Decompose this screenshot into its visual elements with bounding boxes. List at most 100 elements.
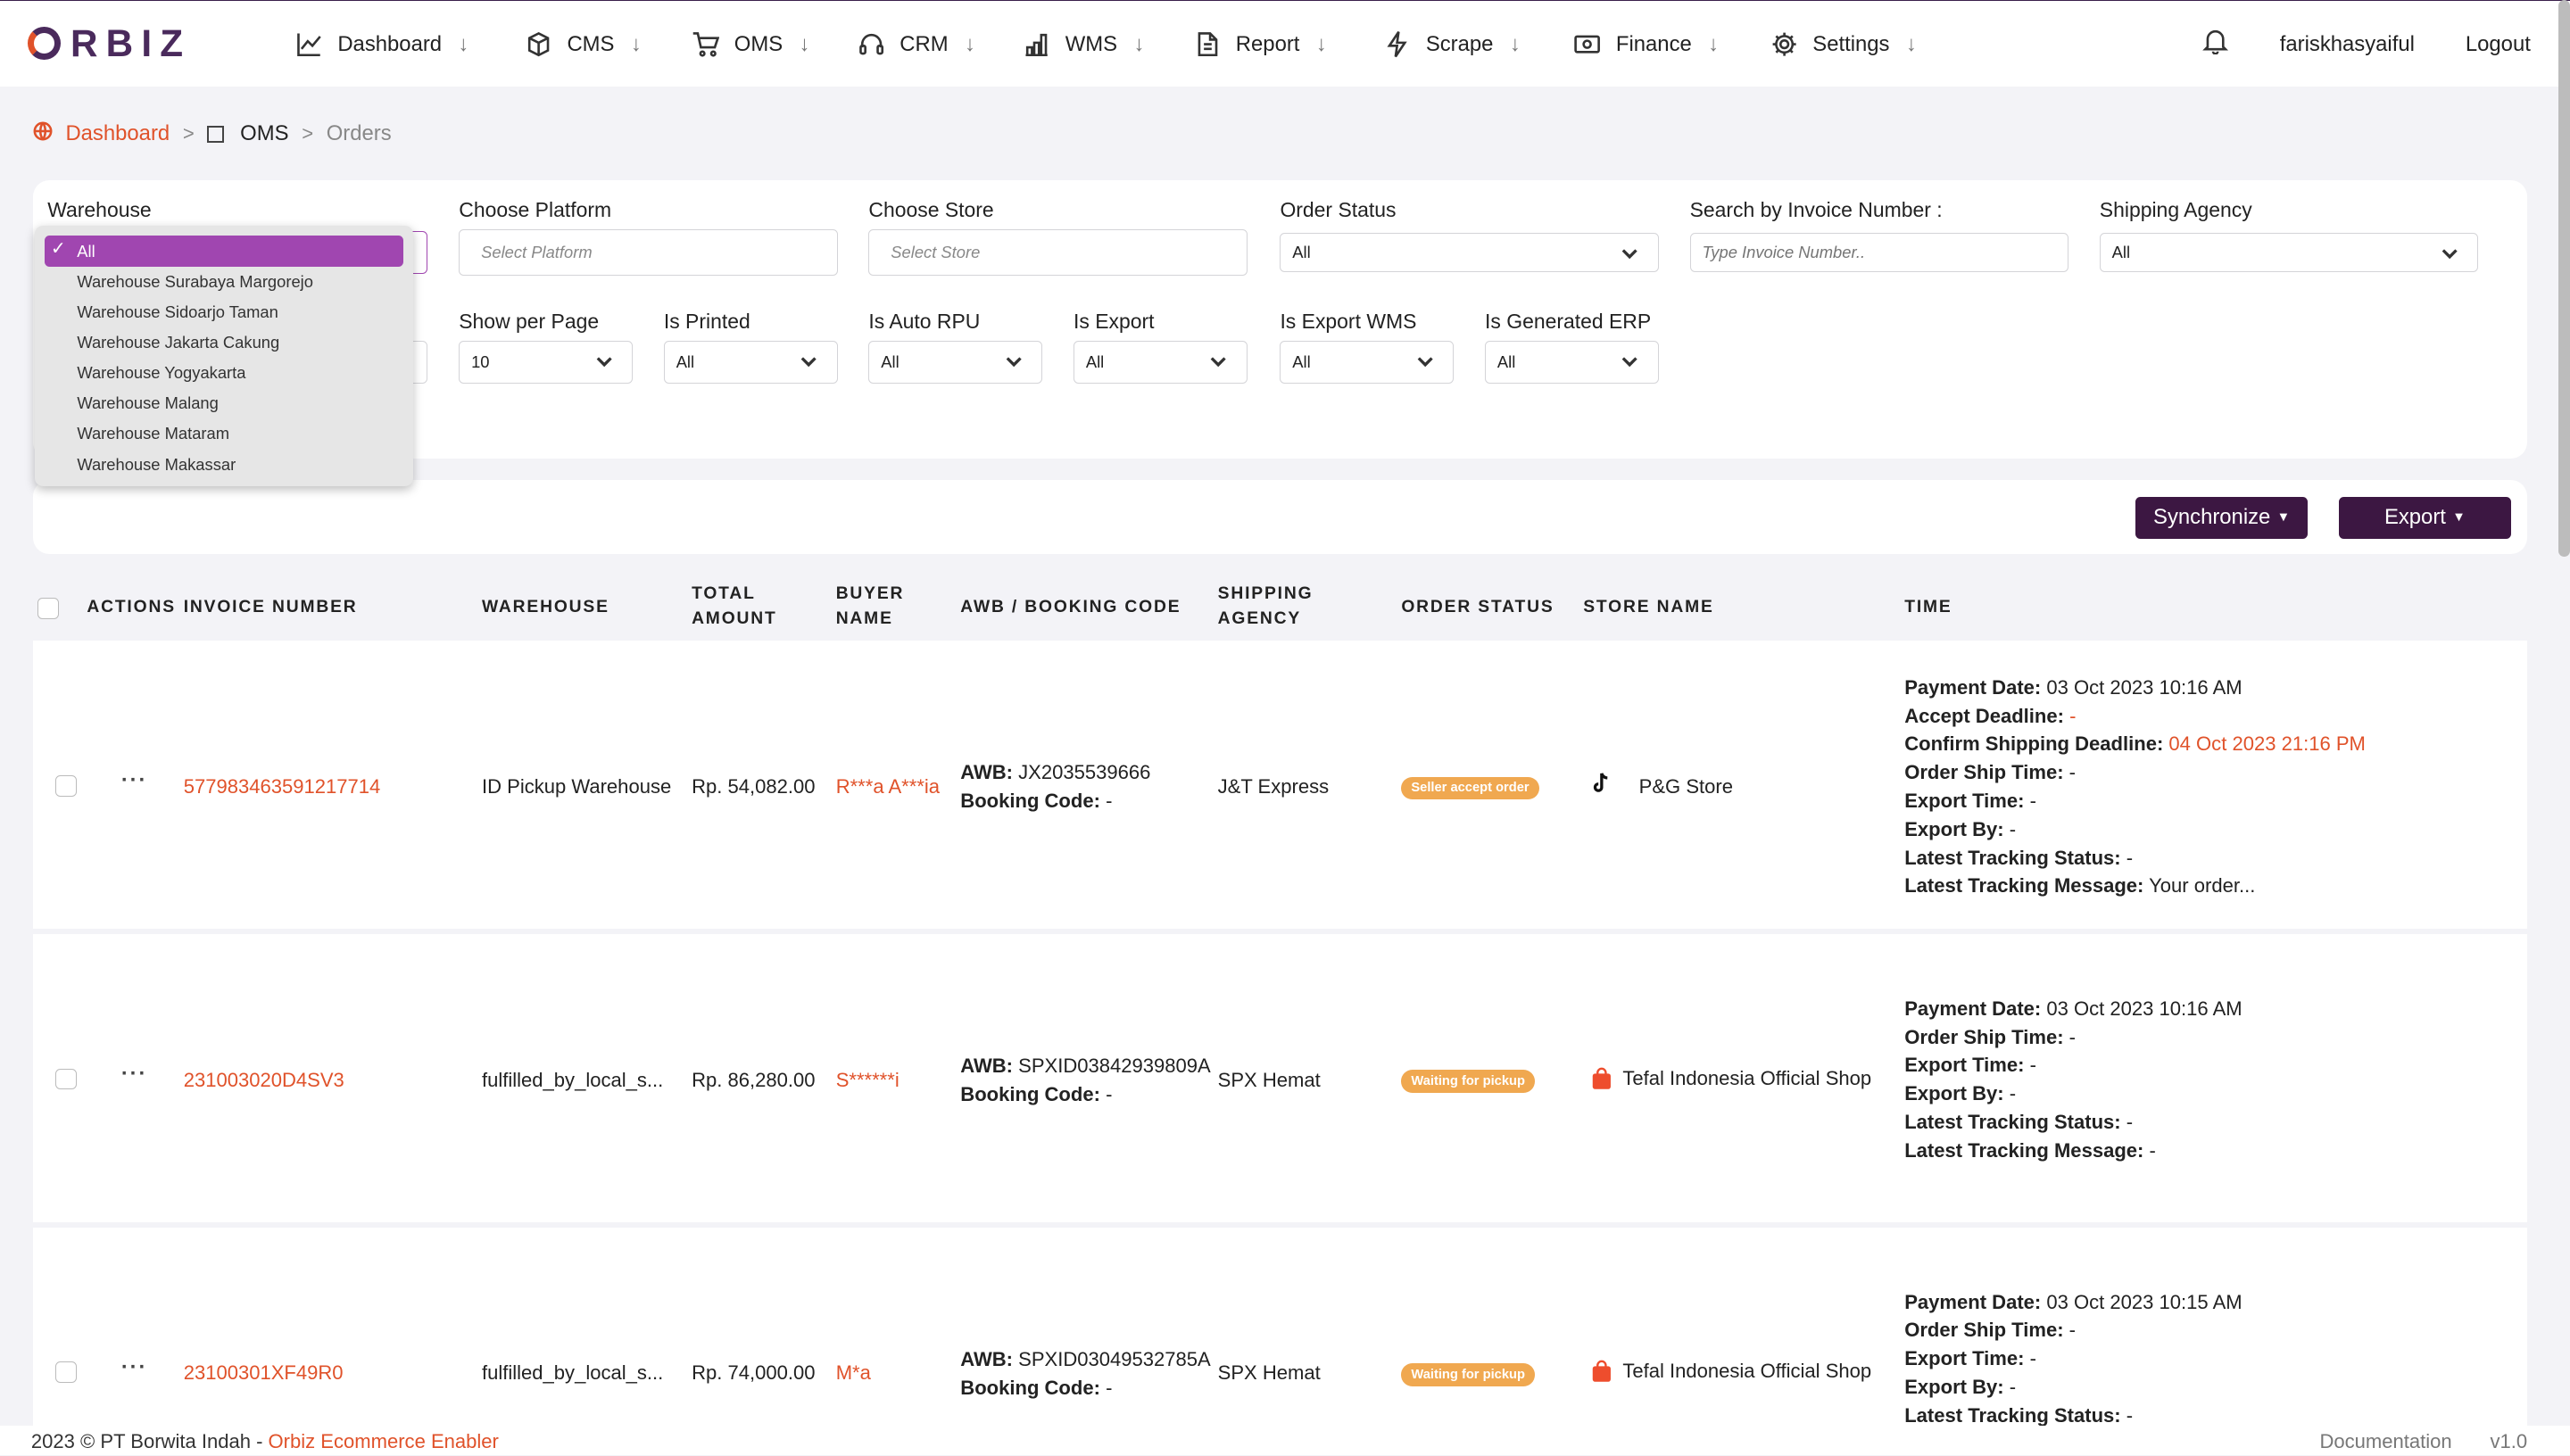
breadcrumb-separator: > (302, 122, 314, 145)
synchronize-button[interactable]: Synchronize ▼ (2135, 496, 2309, 540)
breadcrumb: Dashboard > OMS > Orders (33, 121, 392, 147)
row-actions-menu-icon[interactable]: ··· (121, 1355, 147, 1380)
logo-ring-icon (28, 27, 61, 61)
invoice-link[interactable]: 577983463591217714 (184, 775, 381, 798)
is-printed-label: Is Printed (663, 310, 750, 334)
nav-settings[interactable]: Settings ↓ (1770, 1, 1951, 87)
row-checkbox[interactable] (55, 774, 78, 797)
is-export-select[interactable]: All (1074, 341, 1248, 384)
headset-icon (858, 34, 883, 55)
nav-cms[interactable]: CMS ↓ (525, 1, 692, 87)
warehouse-option[interactable]: Warehouse Malang (35, 388, 413, 418)
page-scrollbar[interactable] (2558, 0, 2570, 558)
order-status-select[interactable]: All (1280, 232, 1659, 272)
row-checkbox[interactable] (55, 1361, 78, 1384)
top-navbar: RBIZ Dashboard↓ CMS↓ OMS↓ CRM↓ WMS↓ (0, 0, 2570, 87)
warehouse-option[interactable]: Warehouse Makassar (35, 450, 413, 480)
is-export-wms-label: Is Export WMS (1280, 310, 1417, 334)
nav-crm[interactable]: CRM ↓ (858, 1, 1024, 87)
breadcrumb-separator: > (182, 122, 195, 145)
header-invoice-number[interactable]: INVOICE NUMBER (184, 595, 358, 620)
is-export-wms-select[interactable]: All (1280, 341, 1455, 384)
header-total-amount[interactable]: TOTAL AMOUNT (692, 582, 777, 631)
is-auto-rpu-select[interactable]: All (868, 341, 1043, 384)
invoice-search-input[interactable] (1702, 242, 2068, 262)
header-warehouse[interactable]: WAREHOUSE (482, 595, 609, 620)
invoice-link[interactable]: 23100301XF49R0 (184, 1361, 344, 1385)
status-badge: Waiting for pickup (1401, 1070, 1535, 1094)
header-awb[interactable]: AWB / BOOKING CODE (960, 595, 1181, 620)
footer-right: Documentation v1.0 (2320, 1430, 2528, 1453)
nav-wms[interactable]: WMS ↓ (1023, 1, 1193, 87)
chevron-down-icon (2442, 245, 2458, 261)
shipping-agency-cell: J&T Express (1217, 774, 1330, 798)
warehouse-label: Warehouse (47, 198, 152, 222)
is-printed-select[interactable]: All (663, 341, 838, 384)
warehouse-cell: fulfilled_by_local_s... (481, 1361, 664, 1385)
breadcrumb-oms[interactable]: OMS (240, 121, 288, 146)
header-order-status[interactable]: ORDER STATUS (1401, 595, 1554, 620)
store-name-cell: Tefal Indonesia Official Shop (1622, 1066, 1872, 1089)
warehouse-option[interactable]: Warehouse Surabaya Margorejo (35, 267, 413, 297)
version-label: v1.0 (2490, 1430, 2528, 1453)
nav-dashboard[interactable]: Dashboard ↓ (295, 1, 525, 87)
logout-link[interactable]: Logout (2466, 32, 2531, 57)
platform-select[interactable]: Select Platform (459, 229, 838, 276)
select-all-checkbox[interactable] (37, 598, 60, 620)
is-auto-rpu-label: Is Auto RPU (868, 310, 981, 334)
chevron-down-icon (1417, 353, 1433, 369)
nav-report[interactable]: Report ↓ (1193, 1, 1383, 87)
total-amount-cell: Rp. 86,280.00 (692, 1068, 816, 1091)
warehouse-option[interactable]: Warehouse Yogyakarta (35, 358, 413, 388)
header-time[interactable]: TIME (1904, 595, 1952, 620)
shopee-bag-icon (1592, 1067, 1611, 1089)
shipping-agency-select[interactable]: All (2099, 232, 2479, 272)
header-actions: ACTIONS (87, 597, 176, 616)
store-name-cell: Tefal Indonesia Official Shop (1622, 1360, 1872, 1383)
show-per-page-select[interactable]: 10 (459, 341, 633, 384)
document-icon (1198, 32, 1218, 57)
store-name-cell: P&G Store (1638, 774, 1733, 798)
warehouse-option[interactable]: Warehouse Sidoarjo Taman (35, 297, 413, 327)
is-generated-erp-label: Is Generated ERP (1485, 310, 1652, 334)
shopee-bag-icon (1592, 1361, 1611, 1383)
breadcrumb-dashboard[interactable]: Dashboard (65, 121, 170, 146)
table-header: ACTIONS INVOICE NUMBER WAREHOUSE TOTAL AM… (33, 574, 2527, 639)
nav-finance[interactable]: Finance ↓ (1573, 1, 1770, 87)
chevron-down-icon (1621, 245, 1638, 261)
header-shipping-agency[interactable]: SHIPPING AGENCY (1218, 582, 1314, 631)
documentation-link[interactable]: Documentation (2320, 1430, 2452, 1452)
store-select[interactable]: Select Store (868, 229, 1248, 276)
nav-scrape[interactable]: Scrape ↓ (1383, 1, 1573, 87)
invoice-link[interactable]: 231003020D4SV3 (184, 1069, 344, 1092)
table-toolbar: Synchronize ▼ Export ▼ (32, 480, 2528, 554)
notification-bell-icon[interactable] (2201, 27, 2229, 62)
row-actions-menu-icon[interactable]: ··· (121, 1062, 147, 1087)
show-per-page-label: Show per Page (459, 310, 600, 334)
total-amount-cell: Rp. 54,082.00 (692, 774, 816, 798)
warehouse-option[interactable]: Warehouse Jakarta Cakung (35, 327, 413, 358)
list-icon (207, 126, 224, 143)
table-row: ··· 23100301XF49R0 fulfilled_by_local_s.… (32, 1227, 2528, 1427)
warehouse-cell: ID Pickup Warehouse (481, 774, 672, 798)
warehouse-option-all[interactable]: ✓ All (44, 236, 403, 267)
row-actions-menu-icon[interactable]: ··· (121, 768, 147, 793)
box-icon (527, 32, 550, 57)
header-buyer-name[interactable]: BUYER NAME (836, 582, 905, 631)
chart-line-icon (296, 33, 321, 57)
nav-oms[interactable]: OMS ↓ (692, 1, 858, 87)
buyer-name-cell: R***a A***ia (835, 774, 941, 798)
is-export-label: Is Export (1074, 310, 1155, 334)
user-menu[interactable]: fariskhasyaiful (2280, 32, 2415, 57)
warehouse-option[interactable]: Warehouse Mataram (35, 418, 413, 449)
export-button[interactable]: Export ▼ (2338, 496, 2511, 540)
row-checkbox[interactable] (55, 1068, 78, 1090)
is-generated-erp-select[interactable]: All (1485, 341, 1659, 384)
order-status-label: Order Status (1280, 198, 1397, 222)
header-store-name[interactable]: STORE NAME (1583, 595, 1713, 620)
main-nav-menu: Dashboard ↓ CMS ↓ OMS ↓ CRM ↓ WMS ↓ Report ↓ (295, 1, 1951, 87)
footer-brand-link[interactable]: Orbiz Ecommerce Enabler (269, 1430, 499, 1452)
warehouse-dropdown-menu: ✓ All Warehouse Surabaya Margorejo Wareh… (34, 226, 413, 487)
page-footer: 2023 © PT Borwita Indah - Orbiz Ecommerc… (0, 1425, 2570, 1455)
orbiz-logo[interactable]: RBIZ (28, 23, 191, 63)
